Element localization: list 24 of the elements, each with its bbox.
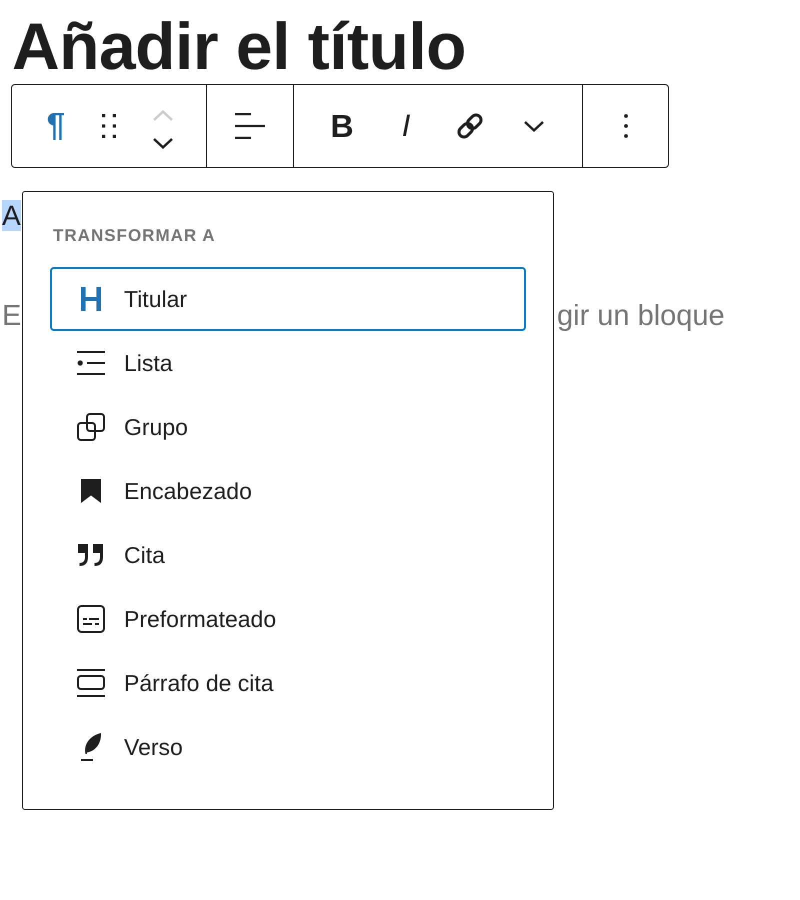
transform-option[interactable]: Titular bbox=[50, 267, 526, 331]
placeholder-text: E bbox=[2, 300, 22, 332]
chevron-up-icon bbox=[153, 110, 173, 120]
heading-icon bbox=[81, 287, 101, 311]
feather-icon bbox=[80, 733, 102, 761]
bookmark-icon bbox=[81, 479, 101, 503]
bold-button[interactable]: B bbox=[310, 85, 374, 167]
paragraph-text[interactable]: A bbox=[2, 200, 21, 231]
placeholder-text: gir un bloque bbox=[557, 300, 725, 332]
italic-button[interactable]: I bbox=[374, 85, 438, 167]
drag-handle-icon bbox=[102, 114, 116, 138]
pilcrow-icon bbox=[46, 112, 64, 140]
menu-heading: TRANSFORMAR A bbox=[52, 226, 216, 246]
chevron-down-icon bbox=[153, 138, 173, 148]
list-icon bbox=[77, 351, 105, 375]
post-title[interactable]: Añadir el título bbox=[0, 0, 466, 84]
pullquote-icon bbox=[77, 669, 105, 697]
quote-icon bbox=[78, 544, 104, 566]
more-vertical-icon bbox=[624, 114, 628, 138]
link-icon bbox=[455, 111, 485, 141]
two-squares-icon bbox=[77, 413, 105, 441]
chevron-down-icon bbox=[524, 120, 544, 132]
preformatted-icon bbox=[77, 605, 105, 633]
align-left-icon bbox=[235, 113, 265, 139]
